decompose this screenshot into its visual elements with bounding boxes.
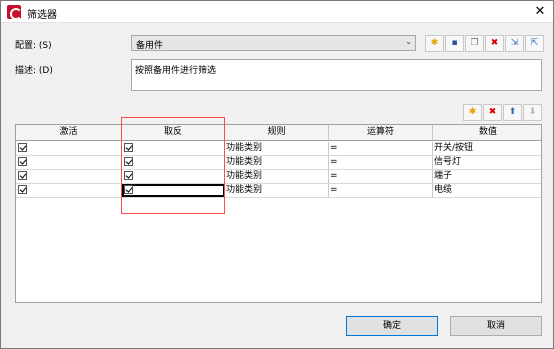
ok-button[interactable]: 确定 <box>346 316 438 336</box>
cancel-button[interactable]: 取消 <box>450 316 542 336</box>
import-config-button[interactable]: ⇲ <box>505 35 524 52</box>
active-checkbox[interactable] <box>18 171 27 180</box>
rule-cell[interactable]: 功能类别 <box>225 156 329 169</box>
description-field[interactable]: 按照备用件进行筛选 <box>131 59 542 91</box>
filter-rules-table: 激活 取反 规则 运算符 数值 功能类别 = 开关/按钮 功能类别 = 信号灯 … <box>15 124 542 303</box>
new-icon: ✱ <box>430 38 439 48</box>
column-header-invert[interactable]: 取反 <box>122 125 225 140</box>
save-icon: ▪ <box>451 38 458 48</box>
export-icon: ⇱ <box>530 38 539 48</box>
column-header-rule[interactable]: 规则 <box>225 125 329 140</box>
table-row[interactable]: 功能类别 = 电缆 <box>16 184 541 198</box>
copy-config-button[interactable]: ❐ <box>465 35 484 52</box>
title-bar[interactable]: 筛选器 ✕ <box>1 1 553 23</box>
delete-icon: ✖ <box>490 38 499 48</box>
new-config-button[interactable]: ✱ <box>425 35 444 52</box>
save-config-button[interactable]: ▪ <box>445 35 464 52</box>
table-row[interactable]: 功能类别 = 开关/按钮 <box>16 142 541 156</box>
active-checkbox[interactable] <box>18 143 27 152</box>
invert-checkbox[interactable] <box>124 157 133 166</box>
app-logo-icon <box>7 5 22 20</box>
import-icon: ⇲ <box>510 38 519 48</box>
description-value: 按照备用件进行筛选 <box>135 66 217 76</box>
rule-cell[interactable]: 功能类别 <box>225 170 329 183</box>
operator-cell[interactable]: = <box>329 184 433 197</box>
table-row[interactable]: 功能类别 = 信号灯 <box>16 156 541 170</box>
delete-config-button[interactable]: ✖ <box>485 35 504 52</box>
new-row-icon: ✱ <box>468 107 477 117</box>
filter-dialog: 筛选器 ✕ 配置: (S) 备用件 ⌄ ✱ ▪ ❐ ✖ ⇲ ⇱ 描述: (D) … <box>0 0 554 349</box>
table-header: 激活 取反 规则 运算符 数值 <box>16 125 541 141</box>
invert-checkbox[interactable] <box>124 171 133 180</box>
operator-cell[interactable]: = <box>329 156 433 169</box>
value-cell[interactable]: 电缆 <box>433 184 541 197</box>
move-up-button[interactable]: ⬆ <box>503 104 522 121</box>
move-up-icon: ⬆ <box>508 107 517 117</box>
move-down-button[interactable]: ⬇ <box>523 104 542 121</box>
column-header-operator[interactable]: 运算符 <box>329 125 433 140</box>
value-cell[interactable]: 信号灯 <box>433 156 541 169</box>
export-config-button[interactable]: ⇱ <box>525 35 544 52</box>
value-cell[interactable]: 端子 <box>433 170 541 183</box>
config-select-value: 备用件 <box>136 41 164 51</box>
rule-cell[interactable]: 功能类别 <box>225 142 329 155</box>
column-header-active[interactable]: 激活 <box>16 125 122 140</box>
operator-cell[interactable]: = <box>329 142 433 155</box>
close-button[interactable]: ✕ <box>531 3 549 21</box>
description-label: 描述: (D) <box>15 66 53 76</box>
invert-checkbox[interactable] <box>124 143 133 152</box>
rule-cell[interactable]: 功能类别 <box>225 184 329 197</box>
value-cell[interactable]: 开关/按钮 <box>433 142 541 155</box>
add-row-button[interactable]: ✱ <box>463 104 482 121</box>
invert-checkbox[interactable] <box>124 185 133 194</box>
delete-row-icon: ✖ <box>488 107 497 117</box>
operator-cell[interactable]: = <box>329 170 433 183</box>
chevron-down-icon: ⌄ <box>405 37 412 46</box>
config-select[interactable]: 备用件 ⌄ <box>131 35 416 51</box>
delete-row-button[interactable]: ✖ <box>483 104 502 121</box>
column-header-value[interactable]: 数值 <box>433 125 541 140</box>
table-row[interactable]: 功能类别 = 端子 <box>16 170 541 184</box>
copy-icon: ❐ <box>470 38 479 48</box>
active-checkbox[interactable] <box>18 185 27 194</box>
config-label: 配置: (S) <box>15 41 52 51</box>
window-title: 筛选器 <box>27 10 57 21</box>
move-down-icon: ⬇ <box>528 107 537 117</box>
active-checkbox[interactable] <box>18 157 27 166</box>
